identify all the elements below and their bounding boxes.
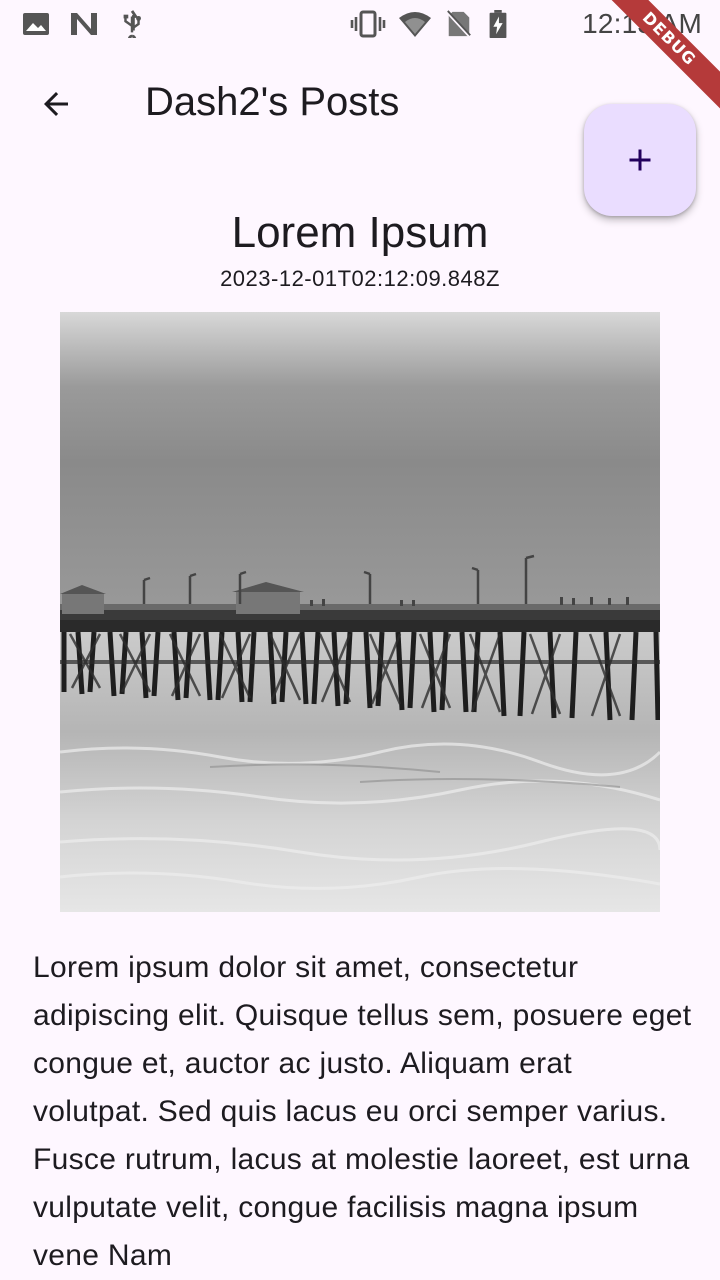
back-button[interactable] <box>24 80 88 128</box>
post-image <box>60 312 660 912</box>
vibrate-icon <box>350 10 386 38</box>
status-bar: 12:13 AM <box>0 0 720 48</box>
no-sim-icon <box>446 10 472 38</box>
page-title: Dash2's Posts <box>145 80 400 124</box>
post-title: Lorem Ipsum <box>231 208 489 257</box>
post-date: 2023-12-01T02:12:09.848Z <box>220 266 500 291</box>
image-icon <box>23 13 49 35</box>
wifi-icon <box>399 12 431 37</box>
usb-icon <box>123 10 141 38</box>
arrow-back-icon <box>44 92 68 116</box>
add-post-button[interactable] <box>584 104 696 216</box>
post-body: Lorem ipsum dolor sit amet, consectetur … <box>33 951 692 1272</box>
battery-charging-icon <box>489 10 507 38</box>
add-icon <box>629 149 651 171</box>
n-logo-icon <box>71 13 97 35</box>
